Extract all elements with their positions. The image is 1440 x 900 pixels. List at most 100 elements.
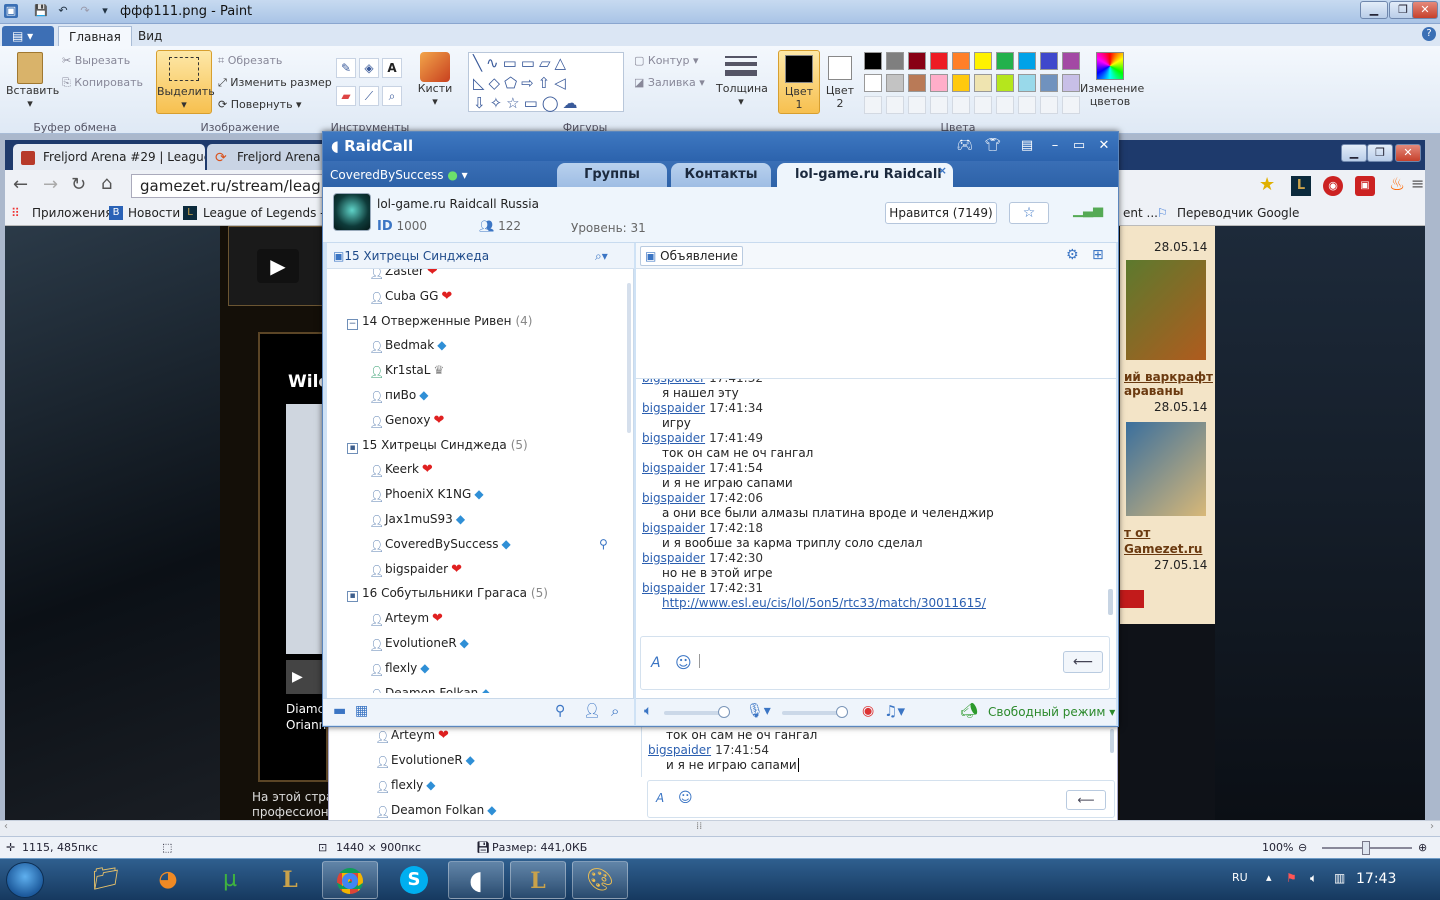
flame-extension-icon[interactable]: ♨	[1389, 174, 1405, 195]
undo-icon[interactable]: ↶	[56, 4, 70, 18]
chat-link[interactable]: http://www.esl.eu/cis/lol/5on5/rtc33/mat…	[662, 596, 986, 611]
crop-button[interactable]: ⌗ Обрезать	[218, 54, 282, 68]
chat-nick[interactable]: bigspaider	[642, 401, 705, 415]
bookmark-apps[interactable]: Приложения	[32, 206, 113, 220]
zoom-slider-thumb[interactable]	[1362, 841, 1370, 855]
palette-empty-swatch[interactable]	[1040, 96, 1058, 114]
bg-chat-scrollbar[interactable]	[1110, 729, 1114, 753]
bookmark-news[interactable]: Новости	[128, 206, 180, 220]
palette-swatch[interactable]	[974, 52, 992, 70]
chat-nick[interactable]: bigspaider	[642, 491, 705, 505]
chrome-icon[interactable]	[322, 861, 378, 899]
palette-swatch[interactable]	[864, 52, 882, 70]
lock-icon[interactable]: ▪	[347, 442, 358, 454]
browser-tab-1[interactable]: Freljord Arena #29 | League	[13, 144, 205, 170]
palette-empty-swatch[interactable]	[908, 96, 926, 114]
language-indicator[interactable]: RU	[1232, 871, 1248, 884]
news-title-2a[interactable]: т от	[1124, 526, 1150, 540]
rc-minimize-icon[interactable]: –	[1045, 137, 1065, 155]
bg-user-item[interactable]: 👤︎flexly ◆	[375, 773, 436, 797]
zoom-in-icon[interactable]: ⊕	[1418, 841, 1427, 854]
tab-home[interactable]: Главная	[58, 26, 132, 46]
file-menu-button[interactable]: ▤ ▾	[2, 26, 54, 46]
chat-nick[interactable]: bigspaider	[642, 431, 705, 445]
video-player[interactable]: Wilc ▶ Diamc Oriann	[258, 332, 328, 782]
scroll-left-icon[interactable]: ‹	[4, 821, 8, 832]
chat-nick[interactable]: bigspaider	[642, 379, 705, 385]
chat-scrollbar[interactable]	[1108, 589, 1113, 615]
voice-mode-selector[interactable]: Свободный режим ▾	[988, 705, 1115, 719]
settings-window-icon[interactable]: ▤	[1017, 137, 1037, 155]
news-thumbnail-1[interactable]	[1126, 260, 1206, 360]
mic-slider[interactable]	[782, 706, 848, 718]
rotate-button[interactable]: ⟳ Повернуть ▾	[218, 98, 302, 111]
resize-button[interactable]: ⤢ Изменить размер	[218, 76, 332, 90]
palette-swatch[interactable]	[908, 74, 926, 92]
forward-icon[interactable]: →	[43, 174, 58, 195]
shapes-gallery[interactable]: ╲∿▭▭▱△ ◺◇⬠⇨⇧◁ ⇩✧☆▭◯☁	[468, 52, 624, 112]
chat-nick[interactable]: bigspaider	[642, 461, 705, 475]
browser-minimize-button[interactable]: ▁	[1341, 144, 1367, 162]
extension-badge-icon[interactable]: ▣	[1355, 176, 1375, 196]
help-icon[interactable]: ?	[1422, 27, 1436, 41]
bg-send-button[interactable]: ⟵	[1066, 790, 1106, 810]
channel-menu-icon[interactable]: ⌕▾	[595, 243, 608, 269]
minimize-button[interactable]: ▁	[1360, 1, 1388, 19]
palette-swatch[interactable]	[930, 52, 948, 70]
text-tool-icon[interactable]: A	[382, 58, 402, 78]
palette-swatch[interactable]	[996, 52, 1014, 70]
fill-button[interactable]: ◪ Заливка ▾	[634, 76, 705, 89]
user-item[interactable]: 👤︎Deamon Folkan◆	[369, 681, 491, 693]
palette-swatch[interactable]	[1040, 74, 1058, 92]
start-button[interactable]	[6, 862, 44, 898]
palette-empty-swatch[interactable]	[974, 96, 992, 114]
collapse-channel-icon[interactable]: −	[347, 318, 358, 330]
palette-swatch[interactable]	[908, 52, 926, 70]
league-game-icon[interactable]: L	[510, 861, 566, 899]
bg-font-icon[interactable]: A	[656, 791, 664, 805]
like-button[interactable]: Нравится (7149)	[885, 202, 997, 224]
play-icon[interactable]: ▶	[257, 249, 299, 283]
color-picker-icon[interactable]: ⟋	[359, 86, 379, 106]
font-style-icon[interactable]: A	[651, 655, 661, 671]
user-item[interactable]: 👤︎пиВо ◆	[369, 383, 428, 407]
extension-red-icon[interactable]: ◉	[1323, 176, 1343, 196]
save-icon[interactable]: 💾	[34, 4, 48, 18]
rc-close-icon[interactable]: ✕	[1094, 137, 1114, 155]
color1-button[interactable]: Цвет 1	[778, 50, 820, 114]
tab-groups[interactable]: Группы	[557, 163, 667, 187]
menu-icon[interactable]: ≡	[1411, 174, 1424, 193]
palette-swatch[interactable]	[886, 74, 904, 92]
news-title-1b[interactable]: араваны	[1124, 384, 1184, 398]
firefox-icon[interactable]: ◕	[140, 861, 196, 899]
lock-icon[interactable]: ▪	[347, 591, 358, 603]
palette-swatch[interactable]	[886, 52, 904, 70]
volume-tray-icon[interactable]: 🔈︎	[1310, 871, 1317, 886]
chat-nick[interactable]: bigspaider	[642, 581, 705, 595]
address-bar[interactable]: gamezet.ru/stream/leag	[131, 174, 331, 198]
magnifier-icon[interactable]: ⌕	[382, 86, 402, 106]
video-play-icon[interactable]: ▶	[286, 660, 326, 694]
bookmark-ent[interactable]: ent ...	[1123, 206, 1158, 220]
user-item[interactable]: 👤︎PhoeniX K1NG ◆	[369, 482, 484, 506]
channel-scrollbar[interactable]	[627, 283, 631, 433]
announcement-button[interactable]: ▣ Объявление	[640, 246, 743, 266]
rc-maximize-icon[interactable]: ▭	[1069, 137, 1089, 155]
palette-swatch[interactable]	[952, 52, 970, 70]
channel-item[interactable]: ▪ 15 Хитрецы Синджеда (5)	[347, 433, 528, 457]
favorite-star-icon[interactable]: ☆	[1009, 202, 1049, 224]
select-button[interactable]: Выделить ▾	[156, 50, 215, 114]
emoji-icon[interactable]: ☺	[675, 653, 692, 672]
tab-contacts[interactable]: Контакты	[671, 163, 771, 187]
current-user[interactable]: CoveredBySuccess ● ▾	[330, 168, 468, 182]
shirt-icon[interactable]: 👕︎	[983, 137, 1003, 155]
thickness-button[interactable]: Толщина ▾	[716, 52, 768, 108]
copy-button[interactable]: ⎘ Копировать	[62, 76, 143, 90]
skype-icon[interactable]: S	[386, 861, 442, 899]
league-client-icon[interactable]: L	[262, 861, 318, 899]
volume-slider[interactable]	[664, 706, 730, 718]
bookmark-star-icon[interactable]: ★	[1259, 174, 1275, 195]
reload-icon[interactable]: ↻	[71, 174, 86, 195]
palette-empty-swatch[interactable]	[996, 96, 1014, 114]
chat-nick[interactable]: bigspaider	[642, 521, 705, 535]
